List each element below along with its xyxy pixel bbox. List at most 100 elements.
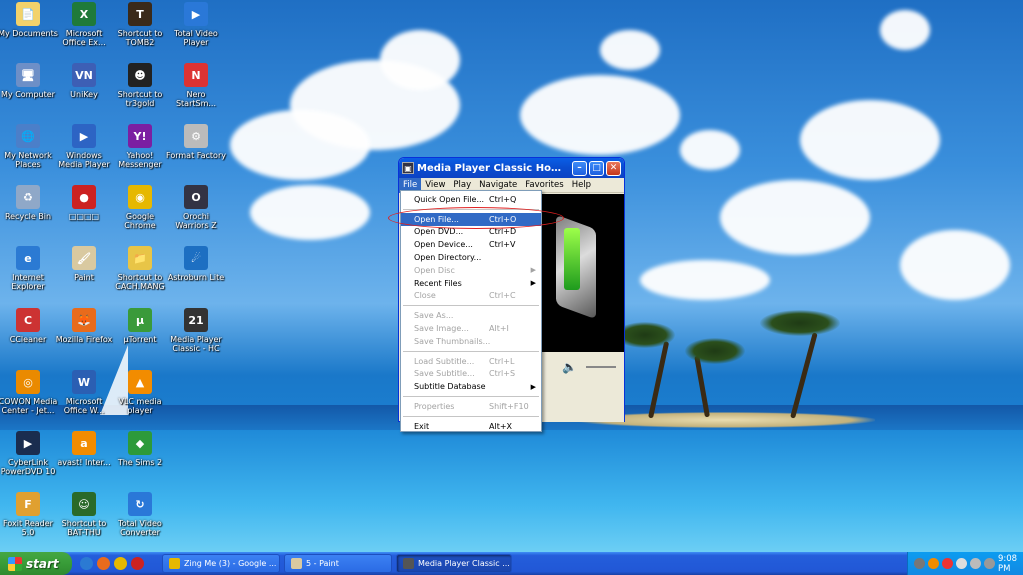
taskbar-task-button[interactable]: Zing Me (3) - Google ... [162,554,280,573]
menu-item-open-device[interactable]: Open Device... Ctrl+V [401,238,541,251]
desktop-icon-label: Microsoft Office Ex... [62,29,106,47]
menu-item-shortcut: Ctrl+C [489,291,516,301]
desktop-icon-label: Mozilla Firefox [55,335,113,344]
chrome-icon[interactable] [114,557,127,570]
tr3gold-icon: ☻ [128,63,152,87]
task-label: Zing Me (3) - Google ... [184,559,277,568]
desktop-icon[interactable]: C CCleaner [0,308,58,344]
desktop-icon-label: Google Chrome [124,212,156,230]
menu-item-exit[interactable]: Exit Alt+X [401,420,541,433]
volume-icon[interactable]: 🔈 [562,360,577,374]
menu-item-recent-files[interactable]: Recent Files ▶ [401,277,541,290]
task-app-icon [169,558,180,569]
speaker-icon[interactable] [970,558,981,569]
mpc-app-icon: ▣ [402,162,414,174]
desktop-icon[interactable]: ▲ VLC media player [110,370,170,415]
desktop-icon[interactable]: O Orochi Warriors Z [166,185,226,230]
astroburn-icon: ☄ [184,246,208,270]
desktop-icon[interactable]: a avast! Inter... [54,431,114,467]
desktop-icon[interactable]: X Microsoft Office Ex... [54,2,114,47]
desktop-icon[interactable]: ● □□□□ [54,185,114,221]
window-titlebar[interactable]: ▣ Media Player Classic Home Cin... – □ ✕ [399,158,624,178]
desktop-icon[interactable]: ☄ Astroburn Lite [166,246,226,282]
windows-logo-icon [8,556,22,571]
cloud [520,75,680,155]
desktop-icon-label: The Sims 2 [117,458,163,467]
desktop-icon-label: Foxit Reader 5.0 [3,519,53,537]
desktop-icon[interactable]: ⚙ Format Factory [166,124,226,160]
menu-item-label: Save As... [414,311,454,321]
desktop-icon[interactable]: T Shortcut to TOMB2 [110,2,170,47]
internet-explorer-icon[interactable] [80,557,93,570]
taskbar-task-button[interactable]: 5 - Paint [284,554,392,573]
menu-item-subtitle-database[interactable]: Subtitle Database ▶ [401,380,541,393]
taskbar-tasks: Zing Me (3) - Google ... 5 - Paint Media P… [158,554,512,573]
menu-help[interactable]: Help [568,178,595,193]
volume-slider[interactable] [586,366,616,368]
desktop-icon[interactable]: 🖌 Paint [54,246,114,282]
desktop-icon[interactable]: 📁 Shortcut to CACH.MANG [110,246,170,291]
menu-item-close: Close Ctrl+C [401,290,541,303]
clock[interactable]: 9:08 PM [998,554,1017,574]
desktop-icon[interactable]: ▶ CyberLink PowerDVD 10 [0,431,58,476]
desktop-icon-label: Windows Media Player [58,151,110,169]
desktop-icon-label: Orochi Warriors Z [175,212,217,230]
desktop-icon[interactable]: F Foxit Reader 5.0 [0,492,58,537]
tray-app-icon[interactable] [956,558,967,569]
status-area [542,380,624,422]
chrome-icon: ◉ [128,185,152,209]
internet-explorer-icon: e [16,246,40,270]
menu-item-label: Subtitle Database [414,382,486,392]
desktop-icon[interactable]: ♻ Recycle Bin [0,185,58,221]
desktop-icon[interactable]: ↻ Total Video Converter [110,492,170,537]
menu-item-save-thumbnails: Save Thumbnails... [401,335,541,348]
start-button[interactable]: start [0,552,72,575]
network-icon[interactable] [984,558,995,569]
desktop-icon-label: □□□□ [68,212,100,221]
minimize-button[interactable]: – [572,160,587,176]
desktop-icon[interactable]: W Microsoft Office W... [54,370,114,415]
menu-item-label: Save Subtitle... [414,369,475,379]
menu-item-open-directory[interactable]: Open Directory... [401,251,541,264]
tray-app-icon[interactable] [942,558,953,569]
cloud [640,260,770,300]
desktop-icon[interactable]: ◉ Google Chrome [110,185,170,230]
desktop-icon[interactable]: Y! Yahoo! Messenger [110,124,170,169]
desktop-icon[interactable]: ▶ Total Video Player [166,2,226,47]
desktop-icon[interactable]: ◎ COWON Media Center - Jet... [0,370,58,415]
red-app-icon[interactable] [131,557,144,570]
desktop-icon[interactable]: N Nero StartSm... [166,63,226,108]
desktop-icon[interactable]: ◆ The Sims 2 [110,431,170,467]
desktop-icon[interactable]: 21 Media Player Classic - HC [166,308,226,353]
orochi-warriors-icon: O [184,185,208,209]
desktop-icon[interactable]: e Internet Explorer [0,246,58,291]
desktop-icon[interactable]: VN UniKey [54,63,114,99]
desktop-icon-label: Media Player Classic - HC [170,335,222,353]
desktop-icon[interactable]: 🌐 My Network Places [0,124,58,169]
close-button[interactable]: ✕ [606,160,621,176]
total-video-converter-icon: ↻ [128,492,152,516]
palm-tree [685,338,745,364]
desktop-icon[interactable]: µ µTorrent [110,308,170,344]
menu-item-label: Exit [414,421,430,431]
desktop-icon[interactable]: ▶ Windows Media Player [54,124,114,169]
bat-thu-icon: ☺ [72,492,96,516]
unikey-icon: VN [72,63,96,87]
maximize-button[interactable]: □ [589,160,604,176]
tray-app-icon[interactable] [928,558,939,569]
menu-item-save-as: Save As... [401,309,541,322]
desktop-icon[interactable]: ☻ Shortcut to tr3gold [110,63,170,108]
taskbar-task-button[interactable]: Media Player Classic ... [396,554,512,573]
menu-separator [403,396,539,398]
menu-separator [403,415,539,417]
desktop-icon[interactable]: 🦊 Mozilla Firefox [54,308,114,344]
firefox-icon[interactable] [97,557,110,570]
desktop-icon[interactable]: 🖥 My Computer [0,63,58,99]
desktop-icon[interactable]: ☺ Shortcut to BAT-THU [54,492,114,537]
tray-app-icon[interactable] [914,558,925,569]
menu-item-label: Open Directory... [414,253,482,263]
desktop-icon-label: My Network Places [4,151,52,169]
menu-item-quick-open-file[interactable]: Quick Open File... Ctrl+Q [401,193,541,206]
menu-item-shortcut: Alt+X [489,421,513,431]
desktop-icon[interactable]: 📄 My Documents [0,2,58,38]
